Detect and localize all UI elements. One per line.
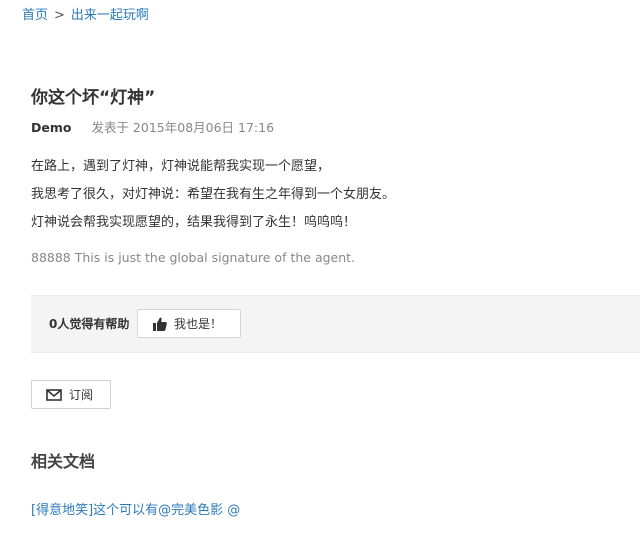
breadcrumb-separator: > [54, 8, 65, 23]
post-body: 在路上，遇到了灯神，灯神说能帮我实现一个愿望， 我思考了很久，对灯神说：希望在我… [31, 153, 395, 237]
breadcrumb-home-link[interactable]: 首页 [22, 8, 48, 23]
post-body-line: 我思考了很久，对灯神说：希望在我有生之年得到一个女朋友。 [31, 187, 396, 202]
subscribe-button[interactable]: 订阅 [31, 380, 111, 409]
helpful-count: 0人觉得有帮助 [49, 317, 130, 331]
me-too-button[interactable]: 我也是！ [137, 309, 241, 338]
subscribe-button-label: 订阅 [69, 388, 94, 402]
related-doc-link[interactable]: [得意地笑]这个可以有@完美色影 @ [31, 499, 240, 518]
page-title: 你这个坏“灯神” [31, 88, 156, 108]
breadcrumb-current-link[interactable]: 出来一起玩啊 [71, 8, 149, 23]
envelope-icon [46, 388, 62, 401]
helpful-panel: 0人觉得有帮助 我也是！ [31, 295, 640, 353]
me-too-button-label: 我也是！ [174, 317, 223, 331]
post-timestamp: 发表于 2015年08月06日 17:16 [91, 120, 275, 135]
related-docs-heading: 相关文档 [31, 452, 96, 471]
author-name[interactable]: Demo [31, 120, 71, 135]
post-body-line: 在路上，遇到了灯神，灯神说能帮我实现一个愿望， [31, 159, 331, 174]
thumbs-up-icon [152, 316, 168, 332]
post-meta: Demo 发表于 2015年08月06日 17:16 [31, 117, 274, 136]
post-body-line: 灯神说会帮我实现愿望的，结果我得到了永生！呜呜呜！ [31, 215, 357, 230]
post-signature: 88888 This is just the global signature … [31, 250, 356, 265]
breadcrumb: 首页 > 出来一起玩啊 [22, 4, 149, 23]
